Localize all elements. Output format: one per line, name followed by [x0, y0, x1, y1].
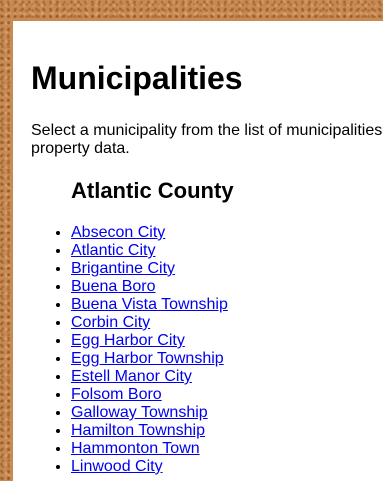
content-panel: Municipalities Select a municipality fro… — [13, 21, 383, 481]
municipality-link[interactable]: Estell Manor City — [71, 368, 192, 385]
municipality-link[interactable]: Galloway Township — [71, 404, 208, 421]
municipality-link[interactable]: Atlantic City — [71, 242, 155, 259]
list-item: Folsom Boro — [71, 386, 228, 404]
municipality-link[interactable]: Egg Harbor City — [71, 332, 185, 349]
intro-text: Select a municipality from the list of m… — [31, 122, 383, 157]
municipality-link[interactable]: Corbin City — [71, 314, 150, 331]
municipality-link[interactable]: Buena Vista Township — [71, 296, 228, 313]
municipality-link[interactable]: Folsom Boro — [71, 386, 162, 403]
page-title: Municipalities — [31, 60, 243, 96]
list-item: Egg Harbor Township — [71, 350, 228, 368]
list-item: Hammonton Town — [71, 440, 228, 458]
list-item: Egg Harbor City — [71, 332, 228, 350]
county-heading: Atlantic County — [71, 178, 234, 203]
municipality-link[interactable]: Buena Boro — [71, 278, 156, 295]
list-item: Corbin City — [71, 314, 228, 332]
list-item: Hamilton Township — [71, 422, 228, 440]
list-item: Buena Vista Township — [71, 296, 228, 314]
list-item: Atlantic City — [71, 242, 228, 260]
municipality-link[interactable]: Brigantine City — [71, 260, 175, 277]
municipality-list: Absecon City Atlantic City Brigantine Ci… — [71, 224, 228, 476]
list-item: Brigantine City — [71, 260, 228, 278]
list-item: Linwood City — [71, 458, 228, 476]
list-item: Galloway Township — [71, 404, 228, 422]
municipality-link[interactable]: Hammonton Town — [71, 440, 200, 457]
municipality-link[interactable]: Egg Harbor Township — [71, 350, 224, 367]
municipality-link[interactable]: Hamilton Township — [71, 422, 205, 439]
list-item: Estell Manor City — [71, 368, 228, 386]
list-item: Buena Boro — [71, 278, 228, 296]
municipality-link[interactable]: Absecon City — [71, 224, 165, 241]
municipality-link[interactable]: Linwood City — [71, 458, 163, 475]
list-item: Absecon City — [71, 224, 228, 242]
